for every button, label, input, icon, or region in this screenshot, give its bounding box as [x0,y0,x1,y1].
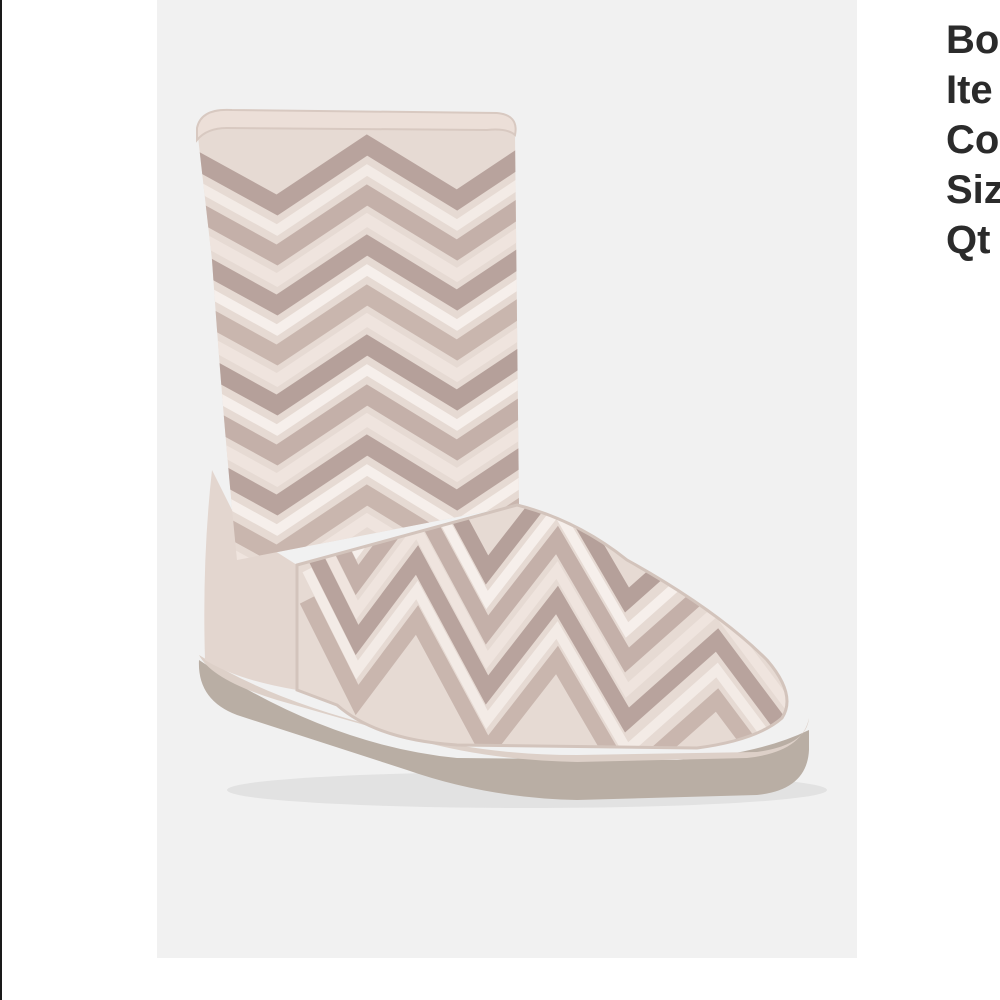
detail-line-item: Ite [946,68,993,112]
product-image-panel[interactable] [157,0,857,958]
detail-line-size: Siz [946,168,1000,212]
left-border-divider [0,0,2,1000]
detail-line-color: Co [946,118,1000,162]
detail-line-quantity: Qt [946,218,991,262]
detail-line-brand: Bo [946,18,1000,62]
product-details-panel: Bo Ite Co Siz Qt [946,16,1000,316]
product-listing-page: Bo Ite Co Siz Qt [0,0,1000,1000]
product-image-boot [196,108,827,808]
